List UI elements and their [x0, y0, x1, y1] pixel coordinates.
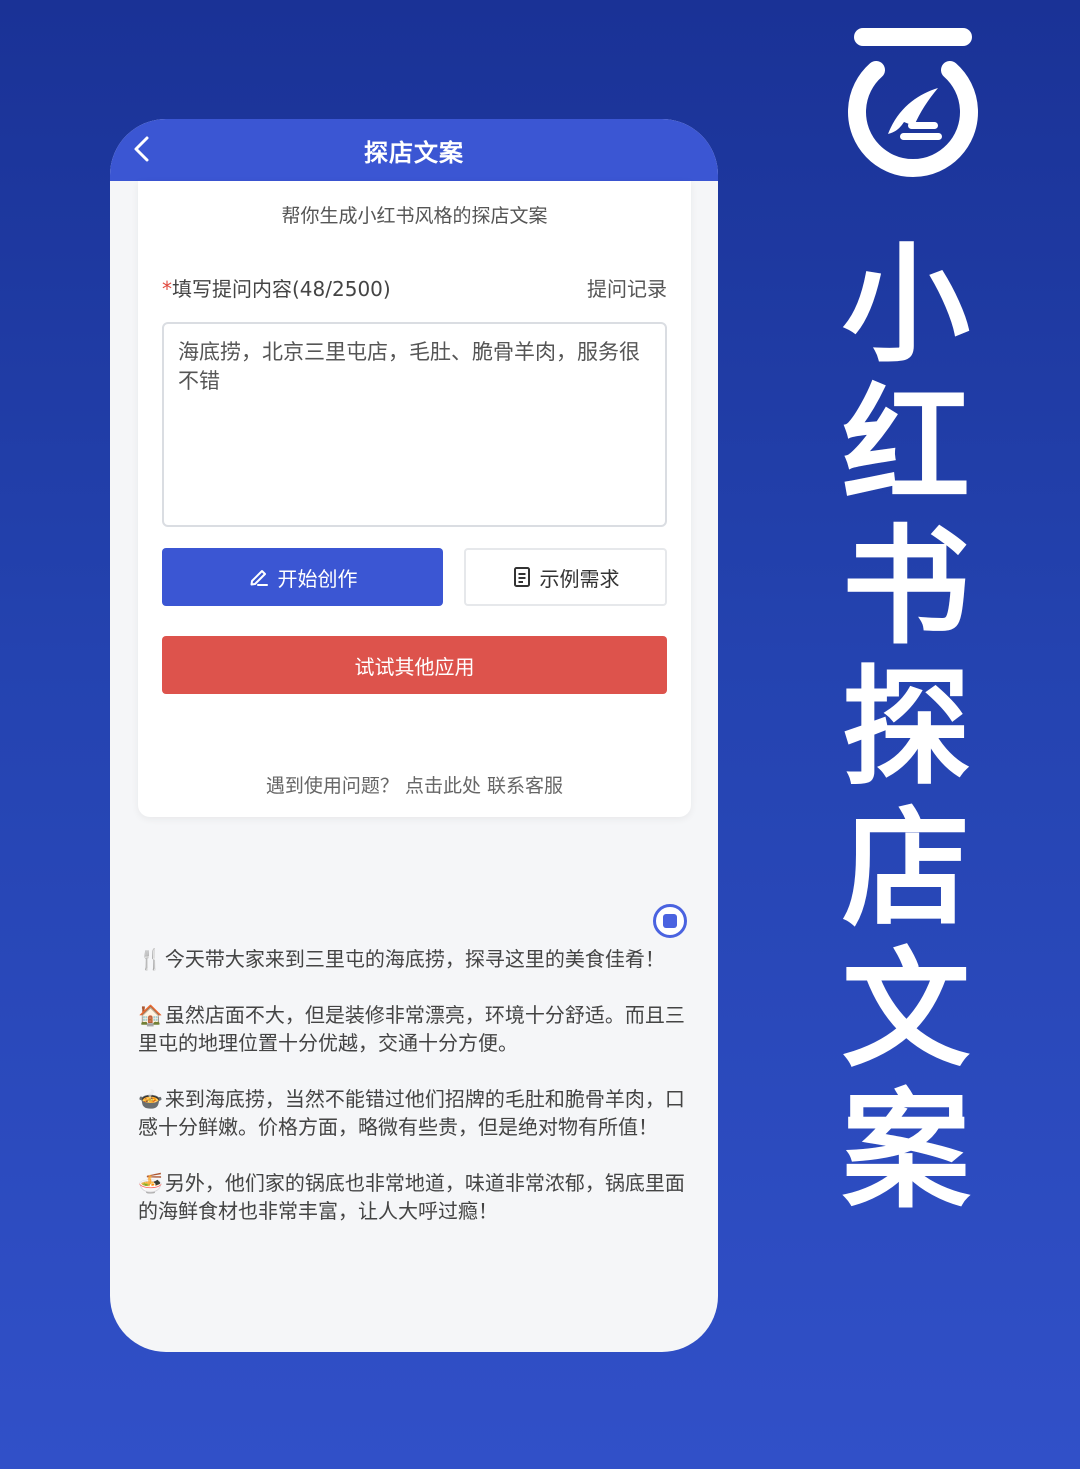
- page-subtitle: 帮你生成小红书风格的探店文案: [281, 205, 548, 227]
- title-char: 小: [841, 231, 970, 380]
- result-paragraph: 🍲 来到海底捞，当然不能错过他们招牌的毛肚和脆骨羊肉，口感十分鲜嫩。价格方面，略微…: [138, 1085, 694, 1141]
- title-char: 红: [841, 372, 970, 521]
- stop-generation-button[interactable]: [653, 904, 687, 938]
- back-button[interactable]: [124, 131, 160, 167]
- result-paragraph: 🍴 今天带大家来到三里屯的海底捞，探寻这里的美食佳肴！: [138, 945, 694, 973]
- title-char: 文: [841, 936, 970, 1085]
- start-create-button[interactable]: 开始创作: [162, 548, 443, 606]
- phone-screen: 探店文案 帮你生成小红书风格的探店文案 *填写提问内容(48/2500) 提问记…: [110, 119, 718, 1352]
- question-input[interactable]: [162, 322, 667, 527]
- hotpot-icon: 🍲: [138, 1087, 163, 1111]
- help-text: 遇到使用问题？ 点击此处 联系客服: [138, 771, 691, 798]
- cutlery-icon: 🍴: [138, 947, 163, 971]
- title-char: 案: [841, 1077, 970, 1226]
- try-other-apps-button[interactable]: 试试其他应用: [162, 636, 667, 694]
- house-icon: 🏠: [138, 1003, 163, 1027]
- result-text: 来到海底捞，当然不能错过他们招牌的毛肚和脆骨羊肉，口感十分鲜嫩。价格方面，略微有…: [138, 1087, 685, 1139]
- required-mark: *: [162, 277, 172, 301]
- app-header: 探店文案: [110, 119, 718, 181]
- history-link[interactable]: 提问记录: [587, 273, 667, 302]
- field-label: *填写提问内容(48/2500): [162, 273, 391, 302]
- result-text: 今天带大家来到三里屯的海底捞，探寻这里的美食佳肴！: [164, 947, 665, 971]
- form-card: 帮你生成小红书风格的探店文案 *填写提问内容(48/2500) 提问记录 开始创…: [138, 181, 691, 817]
- result-paragraph: 🍜 另外，他们家的锅底也非常地道，味道非常浓郁，锅底里面的海鲜食材也非常丰富，让人…: [138, 1169, 694, 1225]
- result-text: 虽然店面不大，但是装修非常漂亮，环境十分舒适。而且三里屯的地理位置十分优越，交通…: [138, 1003, 685, 1055]
- chevron-left-icon: [134, 136, 149, 162]
- field-label-text: 填写提问内容(48/2500): [172, 277, 391, 301]
- contact-support-link[interactable]: 联系客服: [487, 775, 563, 797]
- help-question: 遇到使用问题？: [265, 775, 399, 797]
- document-icon: [513, 567, 530, 587]
- vertical-title: 小 红 书 探 店 文 案: [836, 235, 976, 1222]
- title-char: 书: [841, 513, 970, 662]
- edit-icon: [250, 570, 268, 586]
- result-paragraph: 🏠 虽然店面不大，但是装修非常漂亮，环境十分舒适。而且三里屯的地理位置十分优越，交…: [138, 1001, 694, 1057]
- page-title: 探店文案: [364, 138, 464, 167]
- app-logo-icon: [848, 28, 978, 178]
- generated-result: 🍴 今天带大家来到三里屯的海底捞，探寻这里的美食佳肴！ 🏠 虽然店面不大，但是装修非…: [138, 945, 694, 1253]
- title-char: 探: [841, 654, 970, 803]
- start-create-label: 开始创作: [277, 566, 358, 591]
- stop-icon: [663, 914, 677, 928]
- example-label: 示例需求: [539, 566, 620, 591]
- click-here-link[interactable]: 点击此处: [405, 775, 481, 797]
- title-char: 店: [841, 795, 970, 944]
- try-other-apps-label: 试试其他应用: [354, 654, 475, 679]
- example-button[interactable]: 示例需求: [464, 548, 667, 606]
- result-text: 另外，他们家的锅底也非常地道，味道非常浓郁，锅底里面的海鲜食材也非常丰富，让人大…: [138, 1171, 685, 1223]
- noodle-bowl-icon: 🍜: [138, 1171, 163, 1195]
